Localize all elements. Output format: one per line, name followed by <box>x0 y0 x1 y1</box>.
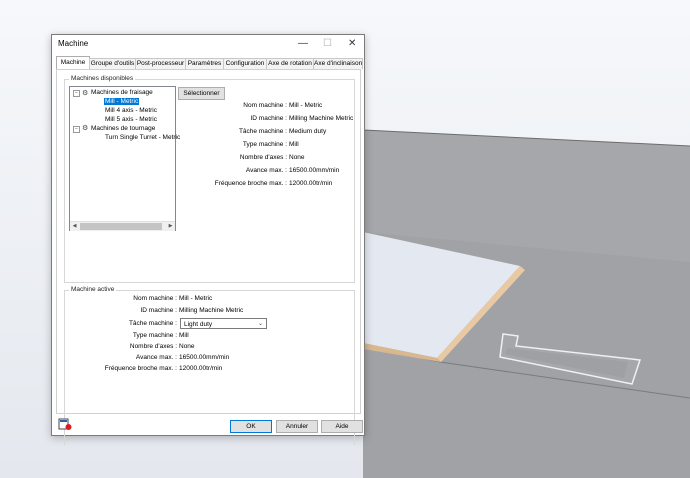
tree-item-mill-4axis[interactable]: Mill 4 axis - Metric <box>105 106 157 115</box>
active-machine-label: Machine active <box>69 286 117 293</box>
tab-configuration[interactable]: Configuration <box>223 58 267 69</box>
tree-item-turn-single[interactable]: Turn Single Turret - Metric <box>105 133 180 142</box>
ok-button[interactable]: OK <box>230 420 272 433</box>
mill-machine-icon: ⚙ <box>82 90 89 97</box>
active-value: 12000.00tr/min <box>179 365 223 372</box>
detail-label: Tâche machine : <box>238 128 287 135</box>
maximize-icon: ☐ <box>323 38 332 49</box>
tree-item-mill-5axis[interactable]: Mill 5 axis - Metric <box>105 115 157 124</box>
tab-machine[interactable]: Machine <box>56 56 90 70</box>
detail-value: Mill <box>289 141 299 148</box>
active-value: Milling Machine Metric <box>179 307 244 314</box>
detail-value: 12000.00tr/min <box>289 180 333 187</box>
detail-label: Nombre d'axes : <box>239 154 287 161</box>
tree-item-label: Mill - Metric <box>104 98 140 105</box>
active-label: Fréquence broche max. : <box>104 365 177 372</box>
tree-group-turn[interactable]: Machines de tournage <box>91 124 155 133</box>
scroll-right-icon[interactable]: ▶ <box>166 222 175 231</box>
available-machines-label: Machines disponibles <box>69 75 136 82</box>
active-label: Nom machine : <box>133 295 177 302</box>
tree-horizontal-scrollbar[interactable]: ◀ ▶ <box>70 221 175 231</box>
active-label: Tâche machine : <box>128 320 177 327</box>
collapse-turn-icon[interactable]: − <box>73 126 80 133</box>
detail-value: 16500.00mm/min <box>289 167 340 174</box>
dialog-titlebar[interactable]: Machine — ☐ ✕ <box>52 35 364 54</box>
select-machine-button[interactable]: Sélectionner <box>178 87 225 100</box>
dialog-title: Machine <box>58 39 89 48</box>
tab-post-processeur[interactable]: Post-processeur <box>135 58 186 69</box>
machine-report-icon[interactable] <box>58 418 72 431</box>
detail-value: Medium duty <box>289 128 327 135</box>
collapse-mill-icon[interactable]: − <box>73 90 80 97</box>
detail-label: ID machine : <box>250 115 288 122</box>
chevron-down-icon: ⌄ <box>257 321 263 327</box>
detail-value: Mill - Metric <box>289 102 323 109</box>
scroll-thumb[interactable] <box>80 223 162 230</box>
detail-label: Fréquence broche max. : <box>214 180 287 187</box>
close-icon[interactable]: ✕ <box>348 38 356 50</box>
detail-label: Avance max. : <box>245 167 287 174</box>
machine-duty-select[interactable]: Light duty ⌄ <box>180 318 267 329</box>
machine-dialog: Machine — ☐ ✕ Machine Groupe d'outils Po… <box>51 34 365 445</box>
help-button[interactable]: Aide <box>321 420 363 433</box>
minimize-icon[interactable]: — <box>298 38 308 50</box>
active-label: ID machine : <box>140 307 178 314</box>
active-value: Mill - Metric <box>179 295 213 302</box>
tree-group-mill[interactable]: Machines de fraisage <box>91 88 153 97</box>
active-value: None <box>179 343 195 350</box>
scroll-left-icon[interactable]: ◀ <box>70 222 79 231</box>
lathe-machine-icon: ⚙ <box>82 125 89 132</box>
active-value: Mill <box>179 332 189 339</box>
detail-label: Type machine : <box>242 141 287 148</box>
tab-panel-machine: Machines disponibles − ⚙ Machines de fra… <box>56 69 361 445</box>
active-label: Type machine : <box>132 332 177 339</box>
active-label: Avance max. : <box>135 354 177 361</box>
cancel-button[interactable]: Annuler <box>276 420 318 433</box>
tab-axe-inclinaison[interactable]: Axe d'inclinaison <box>313 58 363 69</box>
active-label: Nombre d'axes : <box>129 343 177 350</box>
machine-tree[interactable]: − ⚙ Machines de fraisage Mill - Metric M… <box>69 86 180 231</box>
tree-item-mill-metric[interactable]: Mill - Metric <box>104 97 140 106</box>
tab-parametres[interactable]: Paramètres <box>185 58 224 69</box>
detail-label: Nom machine : <box>243 102 287 109</box>
tab-axe-rotation[interactable]: Axe de rotation <box>266 58 314 69</box>
detail-value: None <box>289 154 305 161</box>
tab-groupe-outils[interactable]: Groupe d'outils <box>89 58 136 69</box>
machine-duty-value: Light duty <box>184 321 213 328</box>
active-value: 16500.00mm/min <box>179 354 230 361</box>
detail-value: Milling Machine Metric <box>289 115 354 122</box>
